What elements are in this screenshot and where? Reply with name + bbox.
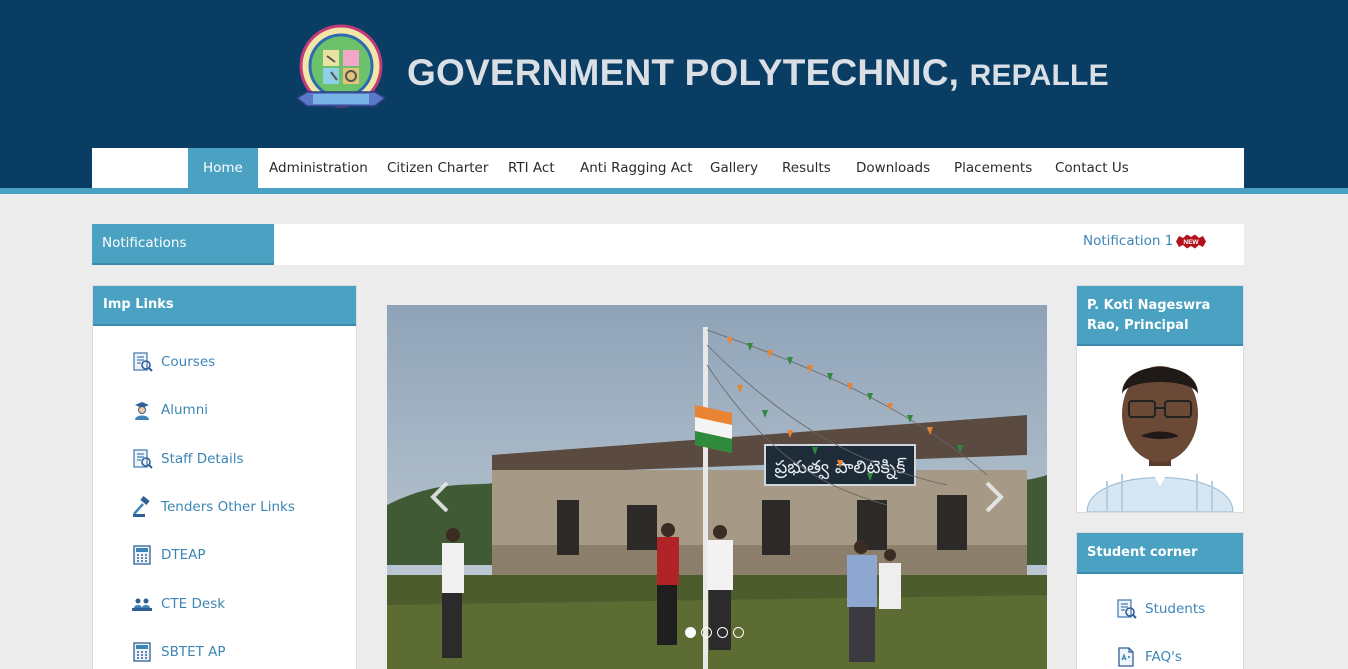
carousel-dot-3[interactable]	[717, 627, 728, 638]
imp-links-heading: Imp Links	[93, 286, 356, 326]
carousel-prev-arrow-icon[interactable]	[425, 477, 455, 517]
document-search-icon	[133, 352, 153, 372]
link-alumni[interactable]: Alumni	[131, 398, 208, 422]
header-stripe	[0, 188, 1348, 194]
image-carousel[interactable]: ప్రభుత్వ పాలిటెక్నిక్	[387, 305, 1047, 669]
link-label-faqs: FAQ's	[1145, 649, 1182, 665]
link-label-staff-details: Staff Details	[161, 451, 244, 467]
new-badge-icon: NEW	[1176, 234, 1206, 249]
site-title-sub: REPALLE	[969, 59, 1109, 92]
nav-placements[interactable]: Placements	[939, 148, 1047, 188]
link-sbtet-ap[interactable]: SBTET AP	[131, 640, 226, 664]
link-cte-desk[interactable]: CTE Desk	[131, 592, 225, 616]
student-corner-panel: Student corner Students FAQ's	[1076, 532, 1244, 669]
nav-administration[interactable]: Administration	[254, 148, 383, 188]
document-icon	[1118, 647, 1134, 667]
notification-bar: Notifications Notification 1 NEW	[92, 224, 1244, 265]
carousel-dot-2[interactable]	[701, 627, 712, 638]
principal-panel: P. Koti Nageswra Rao, Principal	[1076, 285, 1244, 513]
carousel-indicators	[685, 627, 744, 638]
nav-contact-us[interactable]: Contact Us	[1040, 148, 1144, 188]
graduate-icon	[135, 402, 149, 420]
link-label-courses: Courses	[161, 354, 216, 370]
link-students[interactable]: Students	[1115, 597, 1205, 621]
link-label-cte-desk: CTE Desk	[161, 596, 226, 612]
carousel-dot-1[interactable]	[685, 627, 696, 638]
nav-downloads[interactable]: Downloads	[841, 148, 945, 188]
link-staff-details[interactable]: Staff Details	[131, 447, 244, 471]
main-nav: Home Administration Citizen Charter RTI …	[92, 148, 1244, 188]
nav-anti-ragging-act[interactable]: Anti Ragging Act	[565, 148, 708, 188]
new-badge-label: NEW	[1183, 239, 1199, 246]
nav-results[interactable]: Results	[767, 148, 846, 188]
site-title-main: GOVERNMENT POLYTECHNIC,	[407, 52, 960, 93]
link-label-sbtet-ap: SBTET AP	[161, 644, 226, 660]
college-logo[interactable]	[293, 22, 389, 120]
calculator-icon	[133, 545, 151, 565]
link-label-tenders: Tenders Other Links	[161, 499, 295, 515]
nav-rti-act[interactable]: RTI Act	[493, 148, 570, 188]
link-label-alumni: Alumni	[161, 402, 208, 418]
link-dteap[interactable]: DTEAP	[131, 543, 206, 567]
principal-photo	[1077, 346, 1243, 512]
link-courses[interactable]: Courses	[131, 350, 215, 374]
link-tenders-other-links[interactable]: Tenders Other Links	[131, 495, 295, 519]
site-title: GOVERNMENT POLYTECHNIC, REPALLE	[407, 52, 1109, 94]
carousel-dot-4[interactable]	[733, 627, 744, 638]
nav-gallery[interactable]: Gallery	[695, 148, 773, 188]
slide-image-flag-hoisting: ప్రభుత్వ పాలిటెక్నిక్	[387, 305, 1047, 669]
people-desk-icon	[132, 598, 152, 611]
principal-heading: P. Koti Nageswra Rao, Principal	[1077, 286, 1243, 346]
link-label-students: Students	[1145, 601, 1206, 617]
carousel-next-arrow-icon[interactable]	[979, 477, 1009, 517]
document-search-icon	[133, 449, 153, 469]
student-corner-heading: Student corner	[1077, 533, 1243, 574]
gavel-icon	[133, 496, 150, 517]
document-search-icon	[1117, 599, 1137, 619]
link-label-dteap: DTEAP	[161, 547, 206, 563]
calculator-icon	[133, 642, 151, 662]
nav-home[interactable]: Home	[188, 148, 258, 188]
imp-links-panel: Imp Links Courses Alumni Staff Details T…	[92, 285, 357, 669]
link-faqs[interactable]: FAQ's	[1115, 645, 1182, 669]
notifications-heading: Notifications	[92, 224, 274, 265]
notification-link[interactable]: Notification 1	[1083, 224, 1173, 258]
nav-citizen-charter[interactable]: Citizen Charter	[372, 148, 503, 188]
